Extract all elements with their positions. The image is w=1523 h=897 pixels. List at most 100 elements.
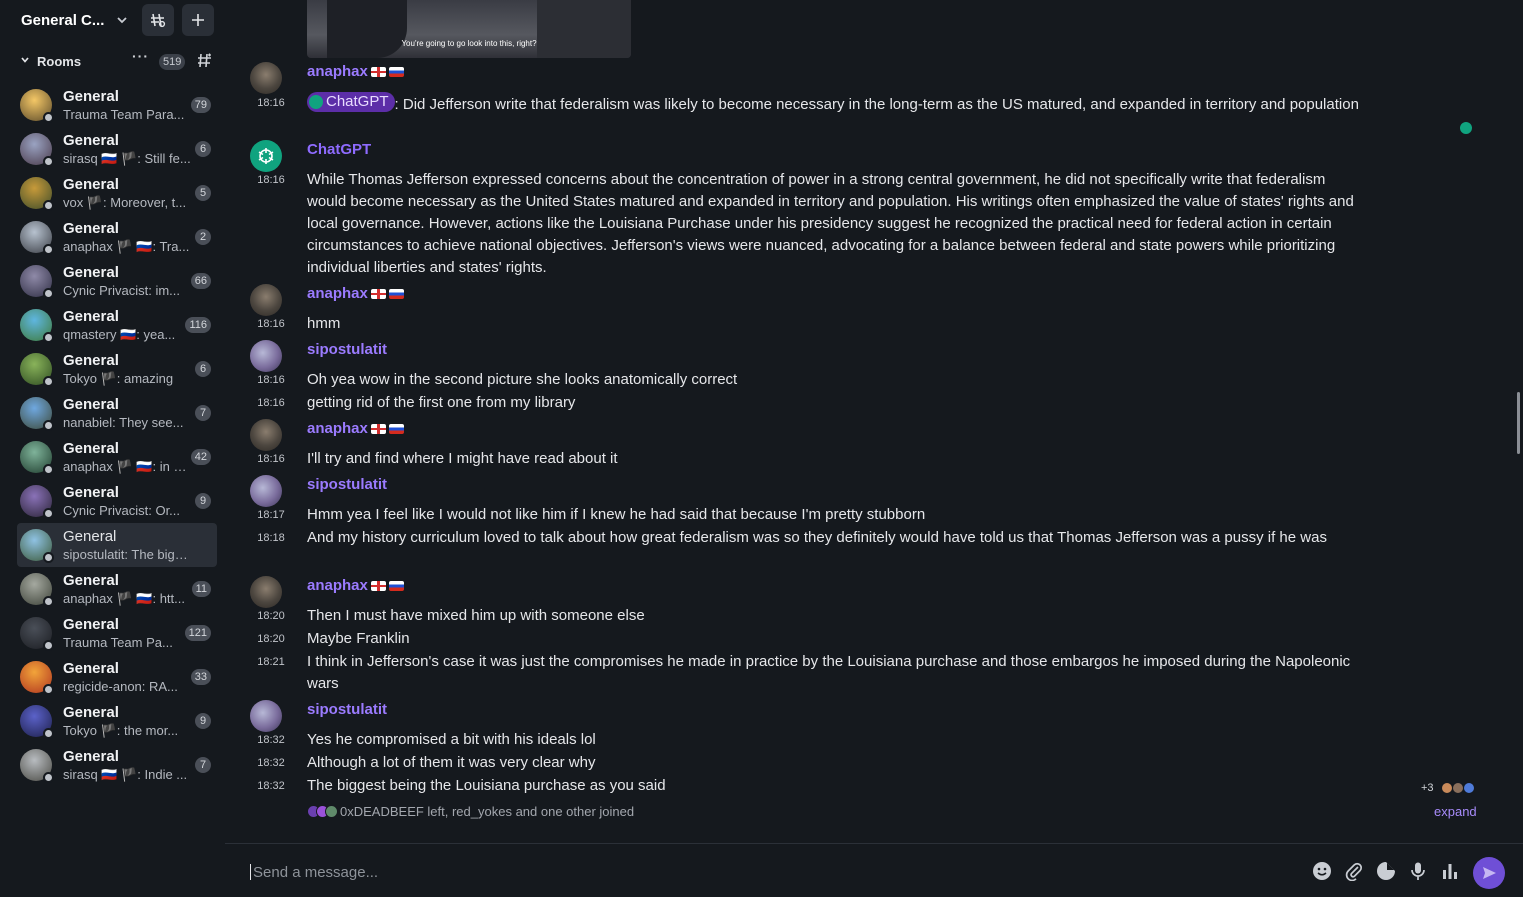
message-timestamp[interactable]: 18:20 <box>245 610 297 622</box>
message-text: Maybe Franklin <box>307 630 410 647</box>
message-timestamp[interactable]: 18:20 <box>245 633 297 645</box>
sender-avatar[interactable] <box>250 700 282 732</box>
room-item[interactable]: General Cynic Privacist: Or... 9 <box>17 479 217 523</box>
sidebar: General C... Rooms ··· 519 General Trauma… <box>0 0 225 897</box>
sender-avatar[interactable] <box>250 340 282 372</box>
room-item[interactable]: General Tokyo 🏴: the mor... 9 <box>17 699 217 743</box>
read-receipts[interactable]: +3 <box>1421 782 1475 794</box>
message-timestamp[interactable]: 18:17 <box>245 509 297 521</box>
message-timestamp[interactable]: 18:32 <box>245 780 297 792</box>
membership-events: 0xDEADBEEF left, red_yokes and one other… <box>307 804 634 819</box>
message-timestamp[interactable]: 18:32 <box>245 757 297 769</box>
add-button[interactable] <box>182 4 214 36</box>
collapse-chevron-icon[interactable] <box>20 55 30 68</box>
room-item[interactable]: General anaphax 🏴 🇷🇺: in a... 42 <box>17 435 217 479</box>
rooms-more-options[interactable]: ··· <box>132 48 149 64</box>
room-item[interactable]: General Trauma Team Pa... 121 <box>17 611 217 655</box>
unread-badge: 7 <box>195 405 211 421</box>
message-text: : Did Jefferson write that federalism wa… <box>394 96 1359 113</box>
room-item[interactable]: General sirasq 🇷🇺 🏴: Indie ... 7 <box>17 743 217 787</box>
sender-avatar[interactable] <box>250 140 282 172</box>
sender-name[interactable]: sipostulatit <box>307 476 387 493</box>
message-timestamp[interactable]: 18:21 <box>245 656 297 668</box>
sender-avatar[interactable] <box>250 419 282 451</box>
microphone-icon[interactable] <box>1407 860 1429 882</box>
sender-name[interactable]: anaphax <box>307 285 404 302</box>
sticker-icon[interactable] <box>1375 860 1397 882</box>
sender-avatar[interactable] <box>250 284 282 316</box>
emoji-icon[interactable] <box>1311 860 1333 882</box>
room-text: General Cynic Privacist: Or... <box>63 483 191 520</box>
room-name: General <box>63 219 119 237</box>
sender-name[interactable]: anaphax <box>307 577 404 594</box>
room-avatar <box>20 661 54 695</box>
message-body: hmm <box>307 313 1367 335</box>
message-timestamp[interactable]: 18:16 <box>245 97 297 109</box>
room-item[interactable]: General Cynic Privacist: im... 66 <box>17 259 217 303</box>
room-item[interactable]: General Trauma Team Para... 79 <box>17 83 217 127</box>
unread-badge: 116 <box>185 317 211 333</box>
sender-avatar[interactable] <box>250 475 282 507</box>
room-preview: nanabiel: They see... <box>63 414 184 430</box>
membership-summary: 0xDEADBEEF left, red_yokes and one other… <box>340 804 635 819</box>
user-mention-pill[interactable]: ChatGPT <box>307 92 395 112</box>
room-name: General <box>63 703 119 721</box>
message-timestamp[interactable]: 18:18 <box>245 532 297 544</box>
sender-name[interactable]: sipostulatit <box>307 341 387 358</box>
public-globe-icon <box>43 376 54 387</box>
poll-icon[interactable] <box>1439 860 1461 882</box>
rooms-label[interactable]: Rooms <box>37 54 81 69</box>
sender-name[interactable]: anaphax <box>307 420 404 437</box>
read-receipt-avatar[interactable] <box>1460 122 1472 134</box>
room-text: General anaphax 🏴 🇷🇺: htt... <box>63 571 191 608</box>
message-timestamp[interactable]: 18:16 <box>245 374 297 386</box>
sender-name[interactable]: sipostulatit <box>307 701 387 718</box>
room-avatar <box>20 353 54 387</box>
message-timestamp[interactable]: 18:16 <box>245 453 297 465</box>
sender-avatar[interactable] <box>250 576 282 608</box>
message-timestamp[interactable]: 18:32 <box>245 734 297 746</box>
unread-badge: 11 <box>191 581 211 597</box>
room-avatar <box>20 265 54 299</box>
attachment-icon[interactable] <box>1343 860 1365 882</box>
room-item[interactable]: General qmastery 🇷🇺: yea... 116 <box>17 303 217 347</box>
room-item[interactable]: General regicide-anon: RA... 33 <box>17 655 217 699</box>
room-avatar <box>20 617 54 651</box>
receipt-avatar <box>1451 782 1464 794</box>
flag-en-icon <box>370 423 386 434</box>
room-text: General anaphax 🏴 🇷🇺: in a... <box>63 439 191 476</box>
space-title[interactable]: General C... <box>21 12 111 29</box>
sender-label: ChatGPT <box>307 141 372 158</box>
room-view: You're going to go look into this, right… <box>225 0 1523 897</box>
room-preview: vox 🏴: Moreover, t... <box>63 194 187 210</box>
image-subtitle: You're going to go look into this, right… <box>401 39 537 48</box>
room-item[interactable]: General vox 🏴: Moreover, t... 5 <box>17 171 217 215</box>
message-image[interactable]: You're going to go look into this, right… <box>307 0 631 58</box>
message-timestamp[interactable]: 18:16 <box>245 318 297 330</box>
room-item[interactable]: General anaphax 🏴 🇷🇺: Tra... 2 <box>17 215 217 259</box>
send-button[interactable] <box>1473 857 1505 889</box>
room-name: General <box>63 659 119 677</box>
room-text: General sirasq 🇷🇺 🏴: Still fe... <box>63 131 191 168</box>
timeline-scrollbar[interactable] <box>1517 392 1520 454</box>
room-avatar <box>20 485 54 519</box>
room-item[interactable]: General sipostulatit: The bigg... <box>17 523 217 567</box>
sender-avatar[interactable] <box>250 62 282 94</box>
room-avatar <box>20 529 54 563</box>
room-item[interactable]: General sirasq 🇷🇺 🏴: Still fe... 6 <box>17 127 217 171</box>
explore-rooms-button[interactable] <box>142 4 174 36</box>
message-body: Hmm yea I feel like I would not like him… <box>307 504 1367 526</box>
room-item[interactable]: General anaphax 🏴 🇷🇺: htt... 11 <box>17 567 217 611</box>
message-input[interactable] <box>250 864 1290 880</box>
message-timestamp[interactable]: 18:16 <box>245 174 297 186</box>
room-item[interactable]: General Tokyo 🏴: amazing 6 <box>17 347 217 391</box>
room-item[interactable]: General nanabiel: They see... 7 <box>17 391 217 435</box>
openai-logo-icon <box>258 148 274 164</box>
sender-name[interactable]: anaphax <box>307 63 404 80</box>
chevron-down-icon[interactable] <box>115 13 129 27</box>
expand-membership-button[interactable]: expand <box>1434 804 1477 819</box>
message-timestamp[interactable]: 18:16 <box>245 397 297 409</box>
flag-en-icon <box>370 580 386 591</box>
sender-name[interactable]: ChatGPT <box>307 141 371 158</box>
add-room-hash-icon[interactable] <box>197 53 212 72</box>
